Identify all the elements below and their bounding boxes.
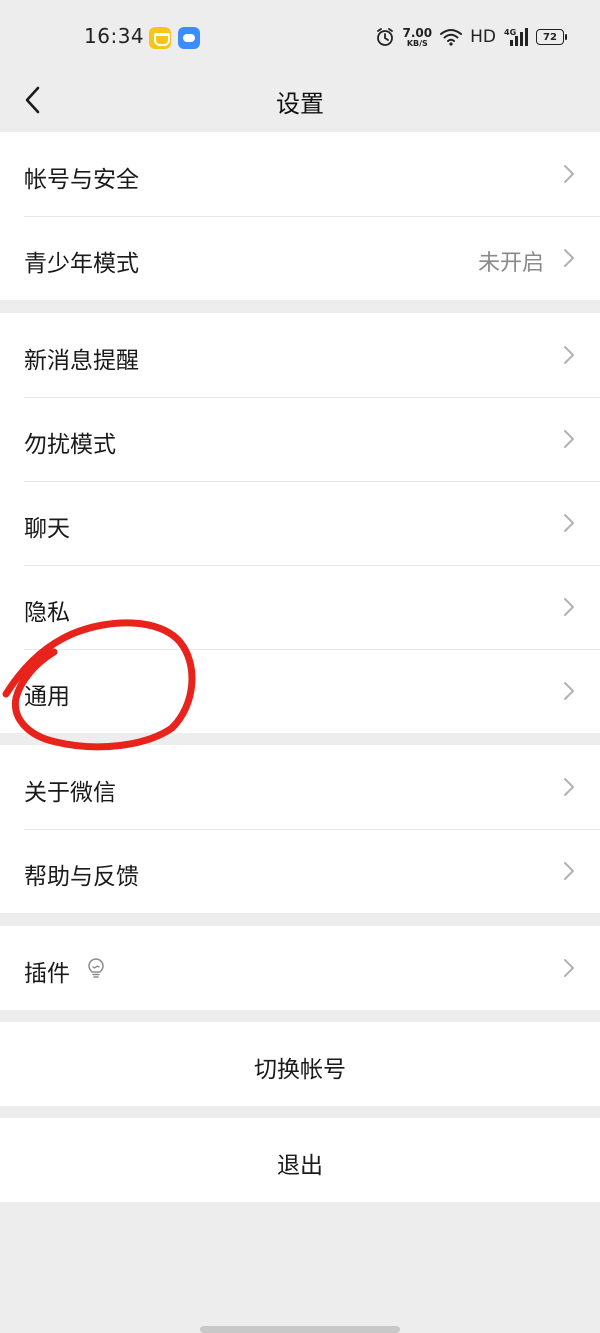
settings-item-value: 未开启 xyxy=(477,251,544,276)
battery-level: 72 xyxy=(543,31,557,43)
settings-item-label: 聊天 xyxy=(24,516,70,542)
chevron-right-icon xyxy=(562,512,576,534)
settings-item-account-security[interactable]: 帐号与安全 xyxy=(0,132,600,216)
lightbulb-icon xyxy=(86,958,106,980)
chevron-right-icon xyxy=(562,428,576,450)
settings-item-label: 帮助与反馈 xyxy=(24,864,139,890)
chevron-right-icon xyxy=(562,247,576,269)
status-indicators: 7.00 KB/S HD 4G 72 xyxy=(375,22,567,52)
settings-item-label: 青少年模式 xyxy=(24,251,139,277)
settings-group-about: 关于微信 帮助与反馈 xyxy=(0,745,600,913)
settings-item-label: 帐号与安全 xyxy=(24,167,139,193)
home-indicator xyxy=(200,1326,400,1333)
chevron-right-icon xyxy=(562,957,576,979)
wifi-icon xyxy=(440,29,463,46)
page-title: 设置 xyxy=(276,90,324,118)
net-speed-value: 7.00 xyxy=(402,25,433,40)
settings-group-plugins: 插件 xyxy=(0,926,600,1010)
chevron-right-icon xyxy=(562,860,576,882)
settings-item-privacy[interactable]: 隐私 xyxy=(0,565,600,649)
network-hd-label: HD xyxy=(470,27,496,47)
settings-page: 16:34 7.00 KB/S HD 4G 72 设置 帐号与安全 青少年模式 … xyxy=(0,0,600,1333)
settings-item-label: 插件 xyxy=(24,961,70,987)
logout-button[interactable]: 退出 xyxy=(0,1118,600,1202)
settings-item-general[interactable]: 通用 xyxy=(0,649,600,733)
settings-item-label: 隐私 xyxy=(24,600,70,626)
settings-item-label: 新消息提醒 xyxy=(24,348,139,374)
network-type-label: 4G xyxy=(504,28,516,37)
chevron-right-icon xyxy=(562,344,576,366)
settings-item-help-feedback[interactable]: 帮助与反馈 xyxy=(0,829,600,913)
settings-group-account: 帐号与安全 青少年模式 未开启 xyxy=(0,132,600,300)
chevron-right-icon xyxy=(562,680,576,702)
settings-group-general: 新消息提醒 勿扰模式 聊天 隐私 通用 xyxy=(0,313,600,733)
alarm-icon xyxy=(376,28,393,46)
settings-item-new-message-alerts[interactable]: 新消息提醒 xyxy=(0,313,600,397)
app-notification-icon xyxy=(149,27,171,49)
settings-item-teen-mode[interactable]: 青少年模式 未开启 xyxy=(0,216,600,300)
settings-item-label: 关于微信 xyxy=(24,780,116,806)
settings-item-do-not-disturb[interactable]: 勿扰模式 xyxy=(0,397,600,481)
logout-label: 退出 xyxy=(277,1153,323,1179)
net-speed: 7.00 KB/S xyxy=(403,27,433,48)
status-time: 16:34 xyxy=(84,24,145,48)
switch-account-label: 切换帐号 xyxy=(254,1057,346,1083)
switch-account-button[interactable]: 切换帐号 xyxy=(0,1022,600,1106)
switch-account-section: 切换帐号 xyxy=(0,1022,600,1106)
chevron-right-icon xyxy=(562,163,576,185)
settings-item-plugins[interactable]: 插件 xyxy=(0,926,600,1010)
signal-icon: 4G xyxy=(504,28,528,46)
chevron-right-icon xyxy=(562,596,576,618)
settings-item-label: 通用 xyxy=(24,684,70,710)
settings-item-label: 勿扰模式 xyxy=(24,432,116,458)
settings-item-about-wechat[interactable]: 关于微信 xyxy=(0,745,600,829)
net-speed-unit: KB/S xyxy=(406,38,428,48)
chevron-right-icon xyxy=(562,776,576,798)
message-notification-icon xyxy=(178,27,200,49)
nav-bar: 设置 xyxy=(0,76,600,130)
status-bar: 16:34 7.00 KB/S HD 4G 72 xyxy=(0,0,600,76)
battery-icon: 72 xyxy=(536,29,567,45)
settings-item-chats[interactable]: 聊天 xyxy=(0,481,600,565)
logout-section: 退出 xyxy=(0,1118,600,1202)
